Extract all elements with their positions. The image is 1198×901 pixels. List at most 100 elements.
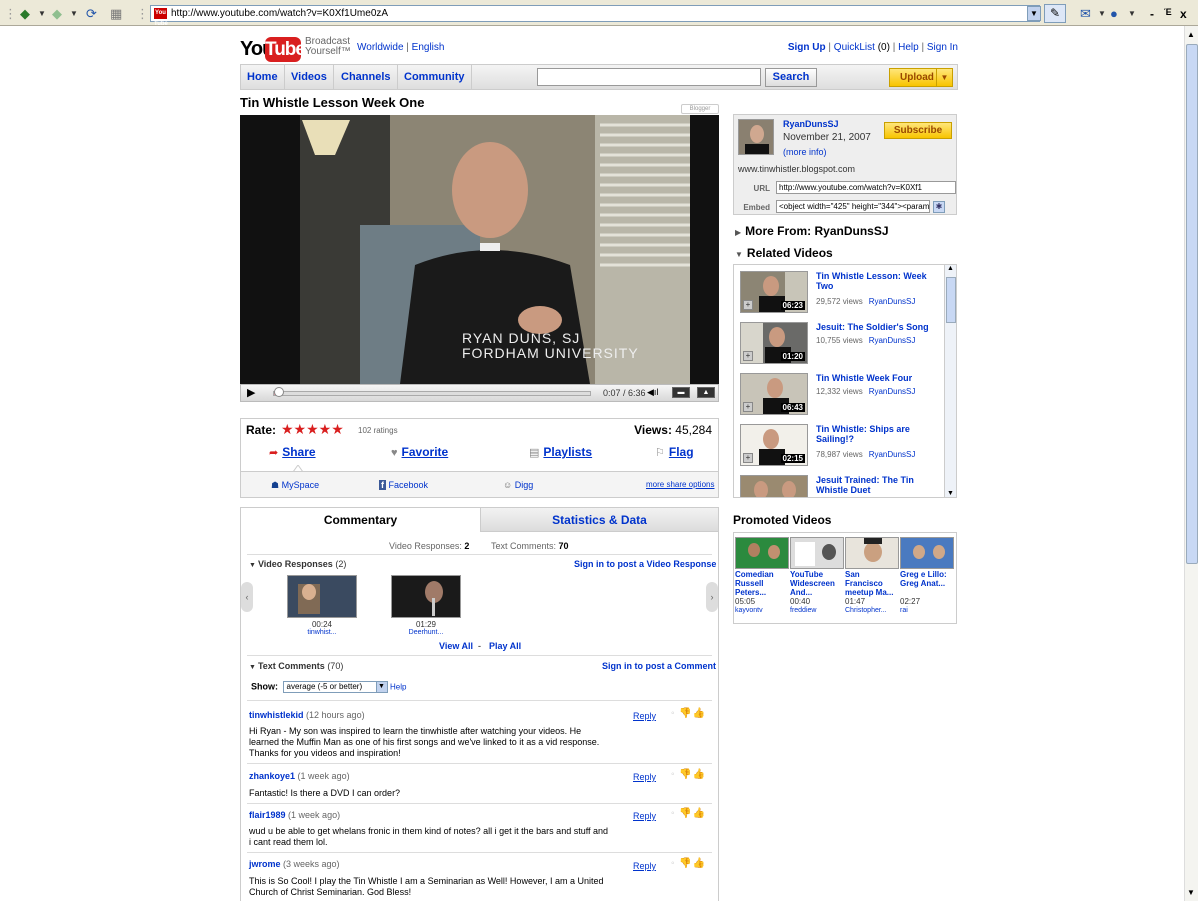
text-comments-header[interactable]: ▼ Text Comments (70): [249, 661, 343, 671]
mail-icon[interactable]: ✉: [1080, 6, 1091, 22]
list-item[interactable]: + 01:20 Jesuit: The Soldier's Song 10,75…: [738, 320, 943, 366]
close-button[interactable]: x: [1180, 7, 1187, 21]
home-icon[interactable]: ▦: [110, 6, 122, 22]
embed-field[interactable]: <object width="425" height="344"><param: [776, 200, 930, 213]
page-scrollbar[interactable]: ▲ ▼: [1184, 26, 1198, 901]
thumbs-up-icon[interactable]: 👍: [693, 769, 706, 780]
add-to-quicklist-icon[interactable]: +: [743, 402, 753, 412]
related-user[interactable]: RyanDunsSJ: [869, 387, 916, 396]
reply-link-3[interactable]: Reply: [633, 811, 656, 821]
signup-link[interactable]: Sign Up: [788, 42, 826, 53]
resize-icon[interactable]: ▬: [672, 387, 690, 398]
share-button[interactable]: ➦ Share: [269, 445, 316, 459]
related-thumbnail[interactable]: + 01:20: [740, 322, 808, 364]
show-select[interactable]: average (-5 or better): [282, 681, 377, 693]
scroll-thumb[interactable]: [1186, 44, 1198, 564]
comment-user-3[interactable]: flair1989 (1 week ago): [249, 810, 340, 820]
response-thumbnail-2[interactable]: [391, 575, 461, 618]
play-icon[interactable]: ▶: [247, 386, 255, 399]
scroll-down-icon[interactable]: ▼: [947, 490, 954, 497]
related-thumbnail[interactable]: [740, 475, 808, 497]
forward-icon[interactable]: ◆: [52, 6, 62, 22]
back-icon[interactable]: ◆: [20, 6, 30, 22]
uploader-name[interactable]: RyanDunsSJ: [783, 119, 839, 129]
scroll-up-icon[interactable]: ▲: [1187, 30, 1195, 39]
related-thumbnail[interactable]: + 06:43: [740, 373, 808, 415]
show-help-link[interactable]: Help: [390, 682, 406, 691]
facebook-link[interactable]: f Facebook: [379, 480, 428, 490]
more-info-link[interactable]: (more info): [783, 147, 827, 157]
go-icon[interactable]: ✎: [1044, 4, 1066, 23]
related-thumbnail[interactable]: + 06:23: [740, 271, 808, 313]
language-link[interactable]: English: [412, 42, 445, 53]
help-link[interactable]: Help: [898, 42, 919, 53]
comment-user-2[interactable]: zhankoye1 (1 week ago): [249, 771, 350, 781]
comment-user-1[interactable]: tinwhistlekid (12 hours ago): [249, 710, 365, 720]
address-bar[interactable]: You Tube http://www.youtube.com/watch?v=…: [150, 5, 1040, 27]
reply-link-4[interactable]: Reply: [633, 861, 656, 871]
promoted-user[interactable]: kayvontv: [735, 606, 789, 615]
promoted-user[interactable]: freddiew: [790, 606, 844, 615]
scroll-down-icon[interactable]: ▼: [1187, 888, 1195, 897]
progress-knob[interactable]: [273, 387, 284, 397]
video-player[interactable]: RYAN DUNS, SJ FORDHAM UNIVERSITY: [240, 115, 719, 384]
nav-tab-videos[interactable]: Videos: [285, 65, 334, 89]
promoted-item-4[interactable]: Greg e Lillo: Greg Anat... 02:27 rai: [900, 537, 954, 615]
video-responses-header[interactable]: ▼ Video Responses (2): [249, 559, 346, 569]
promoted-title[interactable]: YouTube Widescreen And...: [790, 570, 844, 597]
promoted-title[interactable]: Comedian Russell Peters...: [735, 570, 789, 597]
related-title[interactable]: Tin Whistle Lesson: Week Two: [816, 271, 941, 291]
related-title[interactable]: Tin Whistle Week Four: [816, 373, 941, 383]
comment-username[interactable]: flair1989: [249, 810, 286, 820]
list-item[interactable]: + 06:43 Tin Whistle Week Four 12,332 vie…: [738, 371, 943, 417]
comment-username[interactable]: tinwhistlekid: [249, 710, 304, 720]
related-scroll-thumb[interactable]: [946, 277, 956, 323]
related-thumbnail[interactable]: + 02:15: [740, 424, 808, 466]
response-user-1[interactable]: tinwhist...: [287, 629, 357, 636]
promoted-title[interactable]: San Francisco meetup Ma...: [845, 570, 899, 597]
promoted-item-2[interactable]: YouTube Widescreen And... 00:40 freddiew: [790, 537, 844, 615]
related-title[interactable]: Jesuit: The Soldier's Song: [816, 322, 941, 332]
minimize-button[interactable]: -: [1150, 7, 1154, 21]
blogger-badge[interactable]: Blogger: [681, 104, 719, 114]
forward-dropdown-icon[interactable]: ▼: [70, 6, 78, 22]
add-to-quicklist-icon[interactable]: +: [743, 351, 753, 361]
worldwide-link[interactable]: Worldwide: [357, 42, 404, 53]
address-dropdown-icon[interactable]: ▼: [1027, 6, 1041, 21]
add-to-quicklist-icon[interactable]: +: [743, 300, 753, 310]
search-button[interactable]: Search: [765, 68, 817, 87]
reply-link-2[interactable]: Reply: [633, 772, 656, 782]
post-comment-link[interactable]: Sign in to post a Comment: [602, 661, 716, 671]
tab-statistics[interactable]: Statistics & Data: [480, 508, 718, 532]
youtube-logo[interactable]: You Tube: [240, 36, 306, 62]
promoted-thumbnail-1[interactable]: [735, 537, 789, 569]
back-dropdown-icon[interactable]: ▼: [38, 6, 46, 22]
scroll-up-icon[interactable]: ▲: [947, 265, 954, 272]
more-from-header[interactable]: ▶ More From: RyanDunsSJ: [735, 224, 889, 238]
more-share-options-link[interactable]: more share options: [646, 480, 714, 489]
response-thumbnail-1[interactable]: [287, 575, 357, 618]
play-all-link[interactable]: Play All: [489, 641, 521, 651]
myspace-link[interactable]: ☗ MySpace: [271, 480, 319, 491]
promoted-user[interactable]: Christopher...: [845, 606, 899, 615]
related-user[interactable]: RyanDunsSJ: [869, 297, 916, 306]
refresh-icon[interactable]: ⟳: [86, 6, 97, 22]
thumbs-up-icon[interactable]: 👍: [693, 858, 706, 869]
select-dropdown-icon[interactable]: ▼: [375, 681, 388, 693]
post-video-response-link[interactable]: Sign in to post a Video Response: [574, 559, 716, 569]
signin-link[interactable]: Sign In: [927, 42, 958, 53]
response-user-2[interactable]: Deerhunt...: [391, 629, 461, 636]
globe-icon[interactable]: ●: [1110, 6, 1118, 22]
upload-dropdown-icon[interactable]: ▼: [936, 69, 952, 86]
comment-username[interactable]: jwrome: [249, 859, 281, 869]
progress-track[interactable]: [273, 391, 591, 396]
comment-vote-3[interactable]: ◦ 👎👍: [671, 808, 706, 819]
url-field[interactable]: http://www.youtube.com/watch?v=K0Xf1: [776, 181, 956, 194]
responses-prev-icon[interactable]: ‹: [241, 582, 253, 612]
thumbs-down-icon[interactable]: 👎: [679, 808, 692, 819]
responses-next-icon[interactable]: ›: [706, 582, 718, 612]
subscribe-button[interactable]: Subscribe: [884, 122, 952, 139]
thumbs-down-icon[interactable]: 👎: [679, 858, 692, 869]
promoted-thumbnail-4[interactable]: [900, 537, 954, 569]
thumbs-down-icon[interactable]: 👎: [679, 708, 692, 719]
